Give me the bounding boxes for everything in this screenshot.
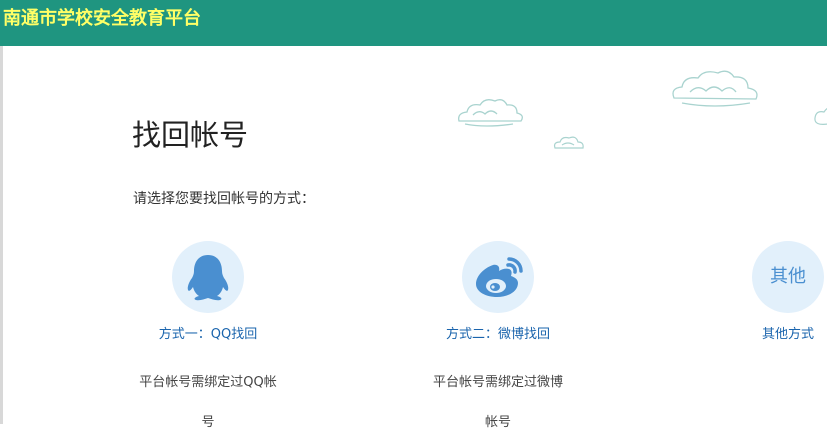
qq-description-line-1: 平台帐号需绑定过QQ帐 (139, 375, 277, 390)
other-icon-button[interactable]: 其他 (752, 241, 824, 313)
weibo-recovery-link[interactable]: 方式二：微博找回 (398, 323, 598, 342)
weibo-icon-button[interactable] (462, 241, 534, 313)
other-recovery-option[interactable]: 其他 其他方式 (688, 241, 827, 431)
other-icon: 其他 (770, 266, 806, 287)
other-recovery-link[interactable]: 其他方式 (688, 323, 827, 342)
qq-icon-button[interactable] (172, 241, 244, 313)
qq-recovery-description: 平台帐号需绑定过QQ帐 号 (128, 363, 288, 443)
weibo-icon (476, 257, 523, 297)
weibo-description-line-2: 帐号 (484, 415, 511, 430)
qq-description-line-2: 号 (201, 415, 215, 430)
cloud-decoration-3 (672, 70, 758, 107)
weibo-description-line-1: 平台帐号需绑定过微博 (432, 375, 563, 390)
cloud-decoration-1 (458, 99, 523, 127)
weibo-recovery-option[interactable]: 方式二：微博找回 平台帐号需绑定过微博 帐号 (398, 241, 598, 431)
qq-penguin-icon (187, 255, 229, 301)
qq-recovery-option[interactable]: 方式一：QQ找回 平台帐号需绑定过QQ帐 号 (108, 241, 308, 431)
qq-recovery-link[interactable]: 方式一：QQ找回 (108, 323, 308, 342)
cloud-decoration-2 (553, 136, 584, 149)
header-bar: 南通市学校安全教育平台 (0, 0, 827, 46)
cloud-decoration-4 (814, 107, 827, 125)
weibo-recovery-description: 平台帐号需绑定过微博 帐号 (418, 363, 578, 443)
left-border (0, 46, 3, 424)
recovery-prompt: 请选择您要找回帐号的方式： (133, 191, 315, 207)
site-title: 南通市学校安全教育平台 (3, 8, 201, 29)
page-title: 找回帐号 (132, 118, 249, 152)
